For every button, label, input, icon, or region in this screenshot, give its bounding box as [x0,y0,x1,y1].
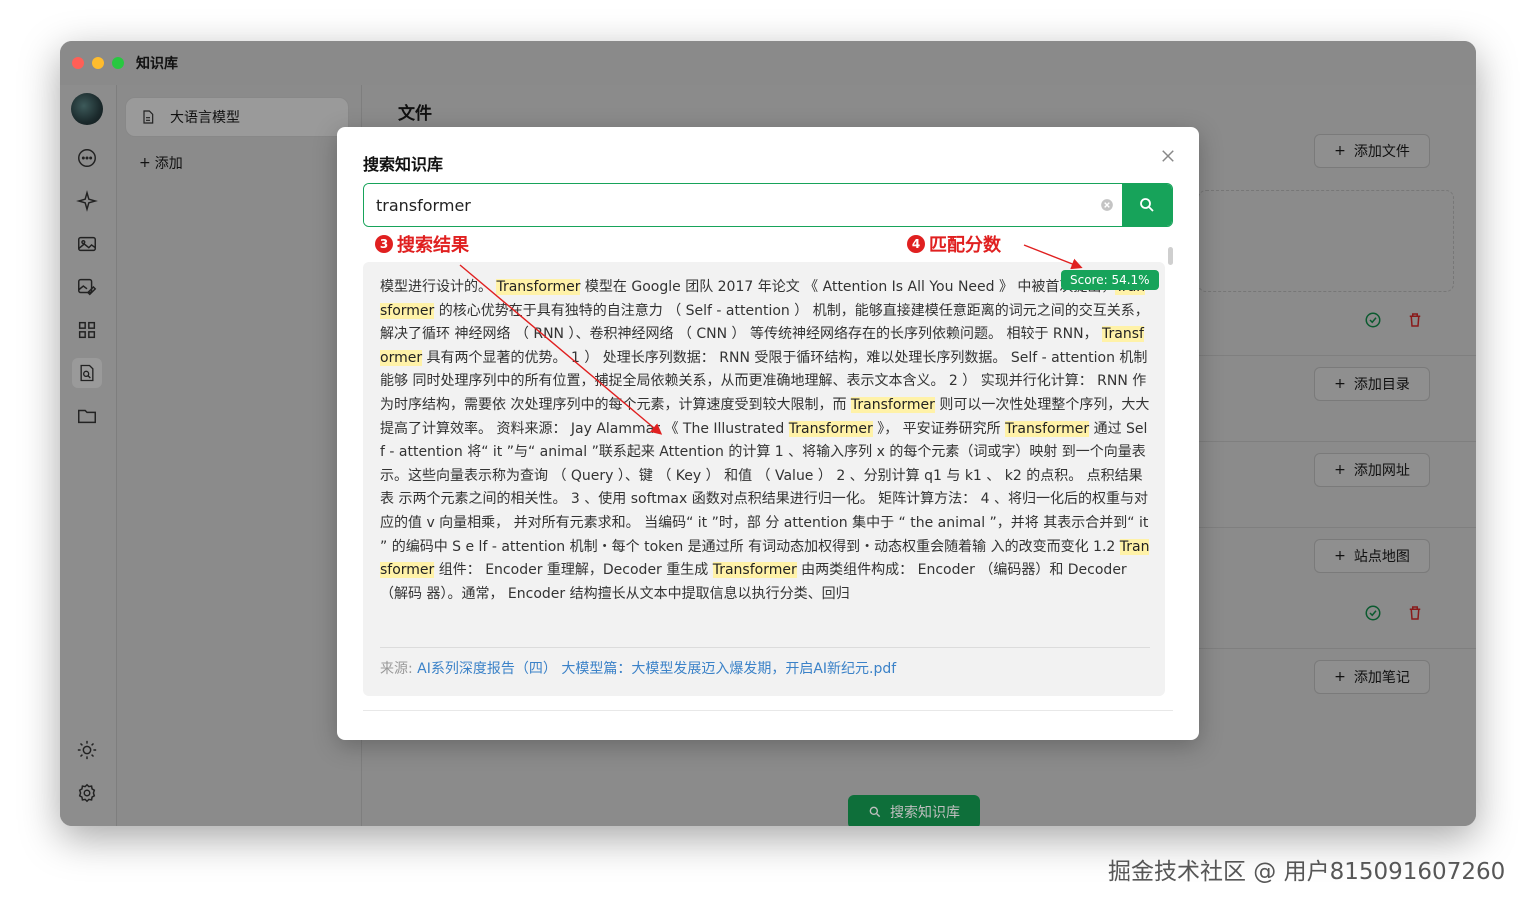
result-text-segment: 组件： Encoder 重理解，Decoder 重生成 [434,562,713,579]
highlighted-keyword: Transformer [712,562,797,579]
result-text-segment: 模型在 Google 团队 2017 年论文 《 Attention Is Al… [580,279,1116,295]
highlighted-keyword: Transformer [496,279,581,295]
result-text-segment: 的核心优势在于具有独特的自注意力 （ Self - attention ） 机制… [380,302,1149,343]
watermark: 掘金技术社区 @ 用户815091607260 [1108,859,1506,885]
add-file-label: 添加文件 [1353,144,1410,160]
result-text-segment: 通过 Self - attention 将“ it ”与“ animal ”联系… [380,420,1153,555]
add-note-button[interactable]: + 添加笔记 [1314,660,1430,694]
highlighted-keyword: Transformer [1005,420,1090,437]
search-submit-button[interactable] [1122,184,1172,226]
sitemap-button[interactable]: + 站点地图 [1314,539,1430,573]
knowledge-base-list: 大语言模型 + 添加 [117,85,362,826]
settings-gear-icon[interactable] [76,782,98,804]
image-edit-icon[interactable] [76,276,98,298]
score-badge: Score: 54.1% [1061,270,1159,290]
divider [363,710,1173,711]
delete-trash-icon[interactable] [1406,604,1424,622]
knowledge-base-icon[interactable] [72,358,102,388]
kb-item-large-language-model[interactable]: 大语言模型 [125,97,349,137]
divider [380,647,1150,648]
add-label: 添加 [154,156,183,172]
folder-icon[interactable] [76,405,98,427]
result-text: 模型进行设计的。 Transformer 模型在 Google 团队 2017 … [380,276,1150,606]
source-label: 来源: [380,661,418,677]
document-icon [143,110,154,124]
sitemap-label: 站点地图 [1353,549,1410,565]
title-bar: 知识库 [60,41,1476,86]
plus-icon: + [1334,376,1346,392]
chat-icon[interactable] [76,147,98,169]
theme-sun-icon[interactable] [76,739,98,761]
image-icon[interactable] [76,233,98,255]
check-circle-icon[interactable] [1364,311,1382,329]
search-icon [869,806,881,818]
check-circle-icon[interactable] [1364,604,1382,622]
plus-icon: + [1334,548,1346,564]
search-button-label: 搜索知识库 [890,805,960,821]
close-icon[interactable] [1159,147,1177,165]
plus-icon: + [1334,462,1346,478]
source-link[interactable]: AI系列深度报告（四） 大模型篇：大模型发展迈入爆发期，开启AI新纪元.pdf [417,661,896,677]
annotation-label: 匹配分数 [929,235,1001,256]
close-window-button[interactable] [72,57,84,69]
search-modal: 搜索知识库 3 搜索结果 4 匹配分数 模型进行设计的。 Transformer… [337,127,1199,740]
sparkle-icon[interactable] [76,190,98,212]
annotation-number: 4 [907,235,925,253]
avatar[interactable] [71,93,103,125]
scrollbar[interactable] [1168,247,1173,265]
add-directory-label: 添加目录 [1353,377,1410,393]
plus-icon: + [139,155,151,171]
clear-circle-icon [1101,199,1113,211]
window-title: 知识库 [136,56,178,72]
search-bar [363,183,1173,227]
icon-sidebar [60,85,117,826]
modal-title: 搜索知识库 [363,155,444,174]
file-dropzone[interactable] [1198,190,1454,292]
result-text-segment: 》， 平安证券研究所 [872,420,1006,437]
annotation-match-score: 4 匹配分数 [907,231,1001,257]
kb-item-label: 大语言模型 [170,110,240,126]
apps-grid-icon[interactable] [76,319,98,341]
delete-trash-icon[interactable] [1406,311,1424,329]
minimize-window-button[interactable] [92,57,104,69]
annotation-number: 3 [375,235,393,253]
result-source: 来源: AI系列深度报告（四） 大模型篇：大模型发展迈入爆发期，开启AI新纪元.… [380,658,896,678]
plus-icon: + [1334,669,1346,685]
highlighted-keyword: Transformer [850,396,935,413]
highlighted-keyword: Transformer [788,420,873,437]
annotation-search-results: 3 搜索结果 [375,231,469,257]
clear-input-button[interactable] [1092,184,1122,226]
search-result-card: 模型进行设计的。 Transformer 模型在 Google 团队 2017 … [363,262,1165,696]
page-title: 文件 [398,104,432,124]
annotation-label: 搜索结果 [397,235,469,256]
add-knowledge-base-button[interactable]: + 添加 [139,153,183,173]
result-text-segment: 模型进行设计的。 [380,279,497,295]
search-knowledge-base-button[interactable]: 搜索知识库 [848,795,980,826]
add-file-button[interactable]: + 添加文件 [1314,134,1430,168]
add-url-label: 添加网址 [1353,463,1410,479]
add-url-button[interactable]: + 添加网址 [1314,453,1430,487]
maximize-window-button[interactable] [112,57,124,69]
add-directory-button[interactable]: + 添加目录 [1314,367,1430,401]
search-input[interactable] [364,184,1092,226]
plus-icon: + [1334,143,1346,159]
search-icon [1140,198,1154,212]
add-note-label: 添加笔记 [1353,670,1410,686]
